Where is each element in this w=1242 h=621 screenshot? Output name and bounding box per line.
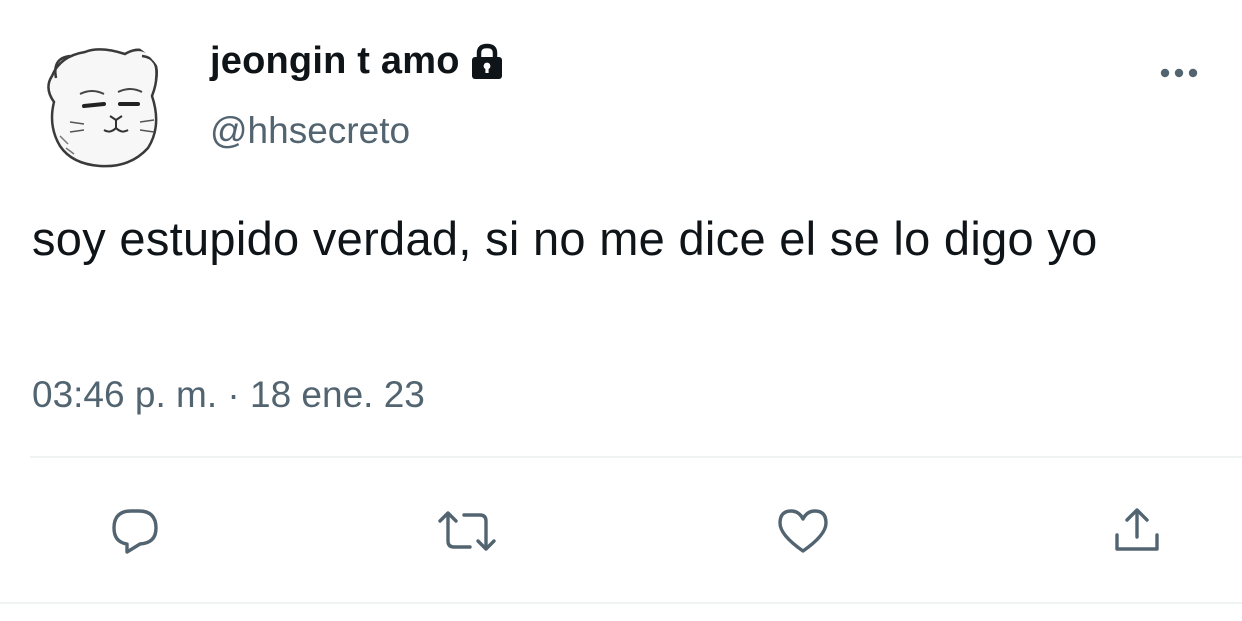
reply-bubble-icon [112, 509, 158, 554]
tweet-date: 18 ene. 23 [250, 374, 425, 415]
retweet-button[interactable] [436, 500, 498, 562]
lock-icon [468, 42, 506, 82]
divider [0, 602, 1242, 604]
tweet-text: soy estupido verdad, si no me dice el se… [32, 212, 1098, 265]
retweet-icon [438, 511, 496, 551]
reply-button[interactable] [104, 500, 166, 562]
user-handle[interactable]: @hhsecreto [210, 110, 410, 152]
like-button[interactable] [772, 500, 834, 562]
more-button[interactable] [1156, 58, 1202, 88]
share-button[interactable] [1106, 500, 1168, 562]
tweet-timestamp[interactable]: 03:46 p. m. · 18 ene. 23 [32, 374, 425, 416]
share-upload-icon [1115, 508, 1159, 551]
heart-icon [778, 509, 828, 553]
meta-separator: · [227, 374, 240, 415]
display-name-text: jeongin t amo [210, 40, 460, 82]
avatar[interactable] [30, 36, 170, 176]
display-name[interactable]: jeongin t amo [210, 40, 506, 83]
divider [30, 456, 1242, 458]
more-horizontal-icon [1160, 68, 1198, 78]
tweet-time: 03:46 p. m. [32, 374, 218, 415]
tweet-card: jeongin t amo @hhsecreto soy estupido ve… [0, 0, 1242, 621]
cat-face-avatar-icon [30, 36, 170, 176]
